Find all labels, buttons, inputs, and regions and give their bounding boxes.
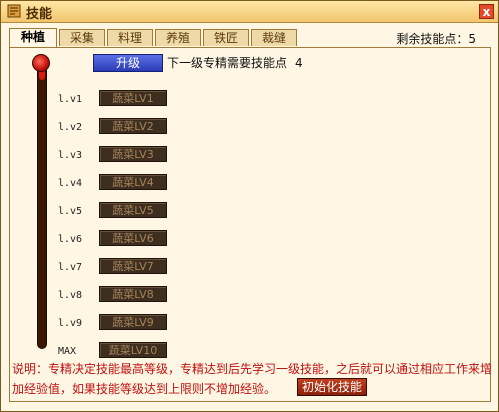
reset-skills-button[interactable]: 初始化技能 — [297, 378, 367, 396]
tab-cooking[interactable]: 料理 — [107, 29, 153, 46]
next-cost-label: 下一级专精需要技能点 — [167, 56, 288, 70]
skill-button-lv4[interactable]: 蔬菜LV4 — [99, 174, 167, 190]
skill-button-lv6[interactable]: 蔬菜LV6 — [99, 230, 167, 246]
tab-blacksmith[interactable]: 铁匠 — [203, 29, 249, 46]
level-label: l.v5 — [58, 206, 83, 217]
level-progress-gauge — [31, 54, 53, 354]
skill-button-lv2[interactable]: 蔬菜LV2 — [99, 118, 167, 134]
close-button[interactable]: x — [479, 4, 494, 19]
info-text: 说明：专精决定技能最高等级，专精达到后先学习一级技能，之后就可以通过相应工作来增… — [12, 362, 493, 396]
skill-button-lv1[interactable]: 蔬菜LV1 — [99, 90, 167, 106]
skill-button-lv7[interactable]: 蔬菜LV7 — [99, 258, 167, 274]
skill-button-lv9[interactable]: 蔬菜LV9 — [99, 314, 167, 330]
skill-button-lv3[interactable]: 蔬菜LV3 — [99, 146, 167, 162]
tab-breeding[interactable]: 养殖 — [155, 29, 201, 46]
next-cost-value: 4 — [295, 56, 303, 70]
window-title: 技能 — [26, 7, 53, 22]
tab-planting[interactable]: 种植 — [9, 28, 57, 47]
gauge-bulb — [32, 54, 50, 72]
remaining-points-value: 5 — [468, 32, 476, 46]
upgrade-button[interactable]: 升级 — [93, 54, 163, 72]
tab-tailor[interactable]: 裁缝 — [251, 29, 297, 46]
skill-button-lv10[interactable]: 蔬菜LV10 — [99, 342, 167, 358]
level-label: l.v1 — [58, 94, 83, 105]
level-label: l.v2 — [58, 122, 83, 133]
level-label: l.v8 — [58, 290, 83, 301]
level-label: l.v9 — [58, 318, 83, 329]
remaining-points-label: 剩余技能点： — [396, 32, 469, 46]
level-label: l.v7 — [58, 262, 83, 273]
skill-button-lv5[interactable]: 蔬菜LV5 — [99, 202, 167, 218]
skill-window: 技能 x 种植 采集 料理 养殖 铁匠 裁缝 剩余技能点：5 升级 下一级专精需… — [0, 0, 499, 412]
level-label-max: MAX — [58, 346, 77, 357]
remaining-points: 剩余技能点：5 — [396, 30, 476, 47]
next-level-cost: 下一级专精需要技能点 4 — [167, 54, 303, 71]
title-bar[interactable]: 技能 x — [1, 1, 498, 23]
skill-button-lv8[interactable]: 蔬菜LV8 — [99, 286, 167, 302]
gauge-tube — [37, 64, 47, 349]
level-label: l.v6 — [58, 234, 83, 245]
level-label: l.v3 — [58, 150, 83, 161]
tab-gathering[interactable]: 采集 — [59, 29, 105, 46]
skill-book-icon — [7, 4, 21, 18]
level-label: l.v4 — [58, 178, 83, 189]
